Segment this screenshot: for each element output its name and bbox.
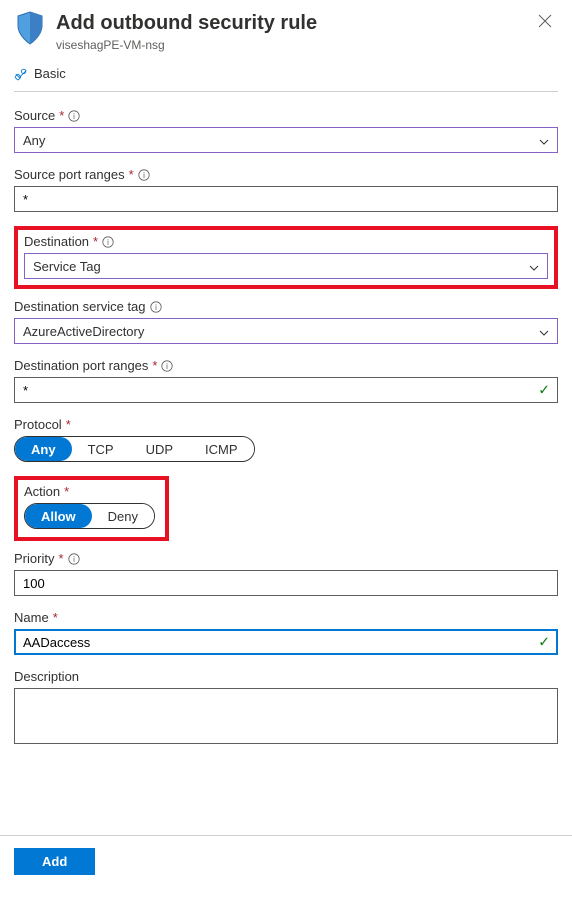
svg-text:i: i bbox=[107, 238, 109, 247]
dest-service-tag-label: Destination service tag bbox=[14, 299, 146, 314]
dest-port-input[interactable] bbox=[14, 377, 558, 403]
protocol-pill-group: Any TCP UDP ICMP bbox=[14, 436, 255, 462]
protocol-option-any[interactable]: Any bbox=[15, 437, 72, 461]
source-port-input[interactable] bbox=[14, 186, 558, 212]
divider bbox=[14, 91, 558, 92]
info-icon[interactable]: i bbox=[161, 360, 173, 372]
required-mark: * bbox=[129, 167, 134, 182]
info-icon[interactable]: i bbox=[102, 236, 114, 248]
destination-dropdown[interactable]: Service Tag bbox=[24, 253, 548, 279]
dest-service-tag-dropdown[interactable]: AzureActiveDirectory bbox=[14, 318, 558, 344]
checkmark-icon: ✓ bbox=[538, 382, 550, 399]
required-mark: * bbox=[152, 358, 157, 373]
priority-label: Priority bbox=[14, 551, 54, 566]
required-mark: * bbox=[66, 417, 71, 432]
svg-text:i: i bbox=[143, 171, 145, 180]
required-mark: * bbox=[58, 551, 63, 566]
chevron-down-icon bbox=[539, 324, 549, 339]
required-mark: * bbox=[53, 610, 58, 625]
highlight-destination: Destination * i Service Tag bbox=[14, 226, 558, 289]
action-option-deny[interactable]: Deny bbox=[92, 504, 154, 528]
description-label: Description bbox=[14, 669, 79, 684]
source-port-label: Source port ranges bbox=[14, 167, 125, 182]
name-label: Name bbox=[14, 610, 49, 625]
destination-label: Destination bbox=[24, 234, 89, 249]
highlight-action: Action * Allow Deny bbox=[14, 476, 169, 541]
shield-icon bbox=[14, 10, 46, 49]
action-pill-group: Allow Deny bbox=[24, 503, 155, 529]
basic-label: Basic bbox=[34, 66, 66, 81]
info-icon[interactable]: i bbox=[68, 553, 80, 565]
page-subtitle: viseshagPE-VM-nsg bbox=[56, 38, 522, 52]
required-mark: * bbox=[59, 108, 64, 123]
source-label: Source bbox=[14, 108, 55, 123]
required-mark: * bbox=[93, 234, 98, 249]
chevron-down-icon bbox=[539, 133, 549, 148]
description-input[interactable] bbox=[14, 688, 558, 744]
required-mark: * bbox=[64, 484, 69, 499]
info-icon[interactable]: i bbox=[68, 110, 80, 122]
dest-port-label: Destination port ranges bbox=[14, 358, 148, 373]
protocol-option-icmp[interactable]: ICMP bbox=[189, 437, 254, 461]
svg-text:i: i bbox=[73, 112, 75, 121]
action-option-allow[interactable]: Allow bbox=[25, 504, 92, 528]
info-icon[interactable]: i bbox=[138, 169, 150, 181]
priority-input[interactable] bbox=[14, 570, 558, 596]
svg-text:i: i bbox=[167, 362, 169, 371]
name-input[interactable] bbox=[14, 629, 558, 655]
source-value: Any bbox=[23, 133, 45, 148]
protocol-option-udp[interactable]: UDP bbox=[130, 437, 189, 461]
svg-text:i: i bbox=[155, 303, 157, 312]
protocol-option-tcp[interactable]: TCP bbox=[72, 437, 130, 461]
info-icon[interactable]: i bbox=[150, 301, 162, 313]
close-button[interactable] bbox=[532, 10, 558, 35]
chevron-down-icon bbox=[529, 259, 539, 274]
protocol-label: Protocol bbox=[14, 417, 62, 432]
checkmark-icon: ✓ bbox=[538, 634, 550, 651]
svg-text:i: i bbox=[73, 555, 75, 564]
source-dropdown[interactable]: Any bbox=[14, 127, 558, 153]
basic-toggle[interactable]: Basic bbox=[14, 66, 558, 91]
add-button[interactable]: Add bbox=[14, 848, 95, 875]
dest-service-tag-value: AzureActiveDirectory bbox=[23, 324, 144, 339]
destination-value: Service Tag bbox=[33, 259, 101, 274]
action-label: Action bbox=[24, 484, 60, 499]
page-title: Add outbound security rule bbox=[56, 10, 522, 36]
